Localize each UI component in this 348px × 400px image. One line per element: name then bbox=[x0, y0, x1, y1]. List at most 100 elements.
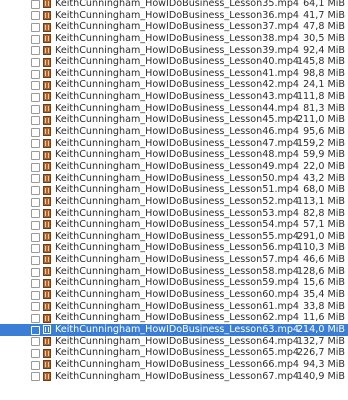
checkbox-icon[interactable] bbox=[31, 186, 40, 196]
file-name: KeithCunningham_HowIDoBusiness_Lesson36.… bbox=[55, 9, 300, 21]
video-file-icon bbox=[43, 278, 51, 288]
checkbox-icon[interactable] bbox=[31, 23, 40, 33]
file-row[interactable]: KeithCunningham_HowIDoBusiness_Lesson59.… bbox=[0, 277, 348, 289]
file-row[interactable]: KeithCunningham_HowIDoBusiness_Lesson44.… bbox=[0, 103, 348, 115]
video-file-icon bbox=[43, 336, 51, 346]
checkbox-icon[interactable] bbox=[31, 279, 40, 289]
checkbox-icon[interactable] bbox=[31, 11, 40, 21]
checkbox-icon[interactable] bbox=[31, 46, 40, 56]
file-row[interactable]: KeithCunningham_HowIDoBusiness_Lesson38.… bbox=[0, 33, 348, 45]
file-size: 15,6 MiB bbox=[303, 277, 345, 289]
file-row[interactable]: KeithCunningham_HowIDoBusiness_Lesson39.… bbox=[0, 45, 348, 57]
file-size: 211,0 MiB bbox=[296, 114, 345, 126]
file-row[interactable]: KeithCunningham_HowIDoBusiness_Lesson45.… bbox=[0, 114, 348, 126]
file-row[interactable]: KeithCunningham_HowIDoBusiness_Lesson42.… bbox=[0, 79, 348, 91]
checkbox-icon[interactable] bbox=[31, 349, 40, 359]
file-row[interactable]: KeithCunningham_HowIDoBusiness_Lesson41.… bbox=[0, 68, 348, 80]
file-row[interactable]: KeithCunningham_HowIDoBusiness_Lesson57.… bbox=[0, 254, 348, 266]
file-row[interactable]: KeithCunningham_HowIDoBusiness_Lesson58.… bbox=[0, 266, 348, 278]
file-size: 128,6 MiB bbox=[296, 265, 345, 277]
checkbox-icon[interactable] bbox=[31, 162, 40, 172]
file-size: 132,7 MiB bbox=[296, 335, 345, 347]
checkbox-icon[interactable] bbox=[31, 69, 40, 79]
video-file-icon bbox=[43, 360, 51, 370]
file-row[interactable]: KeithCunningham_HowIDoBusiness_Lesson47.… bbox=[0, 138, 348, 150]
file-row[interactable]: KeithCunningham_HowIDoBusiness_Lesson46.… bbox=[0, 126, 348, 138]
checkbox-icon[interactable] bbox=[31, 116, 40, 126]
checkbox-icon[interactable] bbox=[31, 372, 40, 382]
checkbox-icon[interactable] bbox=[31, 290, 40, 300]
file-row[interactable]: KeithCunningham_HowIDoBusiness_Lesson48.… bbox=[0, 149, 348, 161]
checkbox-icon[interactable] bbox=[31, 0, 40, 9]
file-row[interactable]: KeithCunningham_HowIDoBusiness_Lesson55.… bbox=[0, 231, 348, 243]
file-size: 24,1 MiB bbox=[303, 79, 345, 91]
video-file-icon bbox=[43, 255, 51, 265]
file-name: KeithCunningham_HowIDoBusiness_Lesson46.… bbox=[55, 126, 300, 138]
checkbox-icon[interactable] bbox=[31, 174, 40, 184]
video-file-icon bbox=[43, 34, 51, 44]
checkbox-icon[interactable] bbox=[31, 220, 40, 230]
file-row[interactable]: KeithCunningham_HowIDoBusiness_Lesson37.… bbox=[0, 21, 348, 33]
checkbox-icon[interactable] bbox=[31, 360, 40, 370]
file-row[interactable]: KeithCunningham_HowIDoBusiness_Lesson64.… bbox=[0, 336, 348, 348]
file-size: 214,0 MiB bbox=[296, 323, 345, 335]
file-name: KeithCunningham_HowIDoBusiness_Lesson66.… bbox=[55, 358, 300, 370]
file-row[interactable]: KeithCunningham_HowIDoBusiness_Lesson67.… bbox=[0, 371, 348, 383]
file-size: 82,8 MiB bbox=[303, 207, 345, 219]
file-row[interactable]: KeithCunningham_HowIDoBusiness_Lesson66.… bbox=[0, 359, 348, 371]
checkbox-icon[interactable] bbox=[31, 58, 40, 67]
checkbox-icon[interactable] bbox=[31, 127, 40, 137]
checkbox-icon[interactable] bbox=[31, 232, 40, 242]
checkbox-icon[interactable] bbox=[31, 139, 40, 149]
file-name: KeithCunningham_HowIDoBusiness_Lesson35.… bbox=[55, 0, 300, 9]
file-size: 33,8 MiB bbox=[303, 300, 345, 312]
video-file-icon bbox=[43, 290, 51, 300]
file-row[interactable]: KeithCunningham_HowIDoBusiness_Lesson49.… bbox=[0, 161, 348, 173]
checkbox-icon[interactable] bbox=[31, 267, 40, 277]
file-row[interactable]: KeithCunningham_HowIDoBusiness_Lesson65.… bbox=[0, 347, 348, 359]
file-row[interactable]: KeithCunningham_HowIDoBusiness_Lesson62.… bbox=[0, 312, 348, 324]
video-file-icon bbox=[43, 208, 51, 218]
file-name: KeithCunningham_HowIDoBusiness_Lesson41.… bbox=[55, 67, 300, 79]
file-name: KeithCunningham_HowIDoBusiness_Lesson48.… bbox=[55, 149, 300, 161]
file-row[interactable]: KeithCunningham_HowIDoBusiness_Lesson54.… bbox=[0, 219, 348, 231]
video-file-icon bbox=[43, 348, 51, 358]
checkbox-icon[interactable] bbox=[31, 325, 40, 335]
file-size: 64,1 MiB bbox=[303, 0, 345, 9]
file-size: 41,7 MiB bbox=[303, 9, 345, 21]
checkbox-icon[interactable] bbox=[31, 104, 40, 114]
checkbox-icon[interactable] bbox=[31, 314, 40, 324]
checkbox-icon[interactable] bbox=[31, 255, 40, 265]
file-row[interactable]: KeithCunningham_HowIDoBusiness_Lesson40.… bbox=[0, 56, 348, 68]
file-row[interactable]: KeithCunningham_HowIDoBusiness_Lesson36.… bbox=[0, 10, 348, 22]
file-row[interactable]: KeithCunningham_HowIDoBusiness_Lesson56.… bbox=[0, 242, 348, 254]
checkbox-icon[interactable] bbox=[31, 209, 40, 219]
file-row[interactable]: KeithCunningham_HowIDoBusiness_Lesson61.… bbox=[0, 301, 348, 313]
file-row[interactable]: KeithCunningham_HowIDoBusiness_Lesson52.… bbox=[0, 196, 348, 208]
checkbox-icon[interactable] bbox=[31, 34, 40, 44]
file-size: 226,7 MiB bbox=[296, 347, 345, 359]
checkbox-icon[interactable] bbox=[31, 81, 40, 91]
file-name: KeithCunningham_HowIDoBusiness_Lesson59.… bbox=[55, 277, 300, 289]
file-row[interactable]: KeithCunningham_HowIDoBusiness_Lesson53.… bbox=[0, 208, 348, 220]
checkbox-icon[interactable] bbox=[31, 92, 40, 102]
file-row-selected[interactable]: KeithCunningham_HowIDoBusiness_Lesson63.… bbox=[0, 323, 348, 336]
file-row[interactable]: KeithCunningham_HowIDoBusiness_Lesson60.… bbox=[0, 289, 348, 301]
file-row[interactable]: KeithCunningham_HowIDoBusiness_Lesson43.… bbox=[0, 91, 348, 103]
checkbox-icon[interactable] bbox=[31, 197, 40, 207]
file-name: KeithCunningham_HowIDoBusiness_Lesson42.… bbox=[55, 79, 300, 91]
checkbox-icon[interactable] bbox=[31, 244, 40, 254]
video-file-icon bbox=[43, 92, 51, 102]
file-size: 159,2 MiB bbox=[296, 137, 345, 149]
video-file-icon bbox=[43, 127, 51, 137]
file-name: KeithCunningham_HowIDoBusiness_Lesson60.… bbox=[55, 289, 300, 301]
video-file-icon bbox=[43, 220, 51, 230]
file-row[interactable]: KeithCunningham_HowIDoBusiness_Lesson50.… bbox=[0, 173, 348, 185]
checkbox-icon[interactable] bbox=[31, 302, 40, 312]
file-row[interactable]: KeithCunningham_HowIDoBusiness_Lesson35.… bbox=[0, 0, 348, 10]
file-size: 57,1 MiB bbox=[303, 219, 345, 231]
checkbox-icon[interactable] bbox=[31, 151, 40, 161]
file-row[interactable]: KeithCunningham_HowIDoBusiness_Lesson51.… bbox=[0, 184, 348, 196]
checkbox-icon[interactable] bbox=[31, 337, 40, 347]
file-name: KeithCunningham_HowIDoBusiness_Lesson39.… bbox=[55, 44, 300, 56]
